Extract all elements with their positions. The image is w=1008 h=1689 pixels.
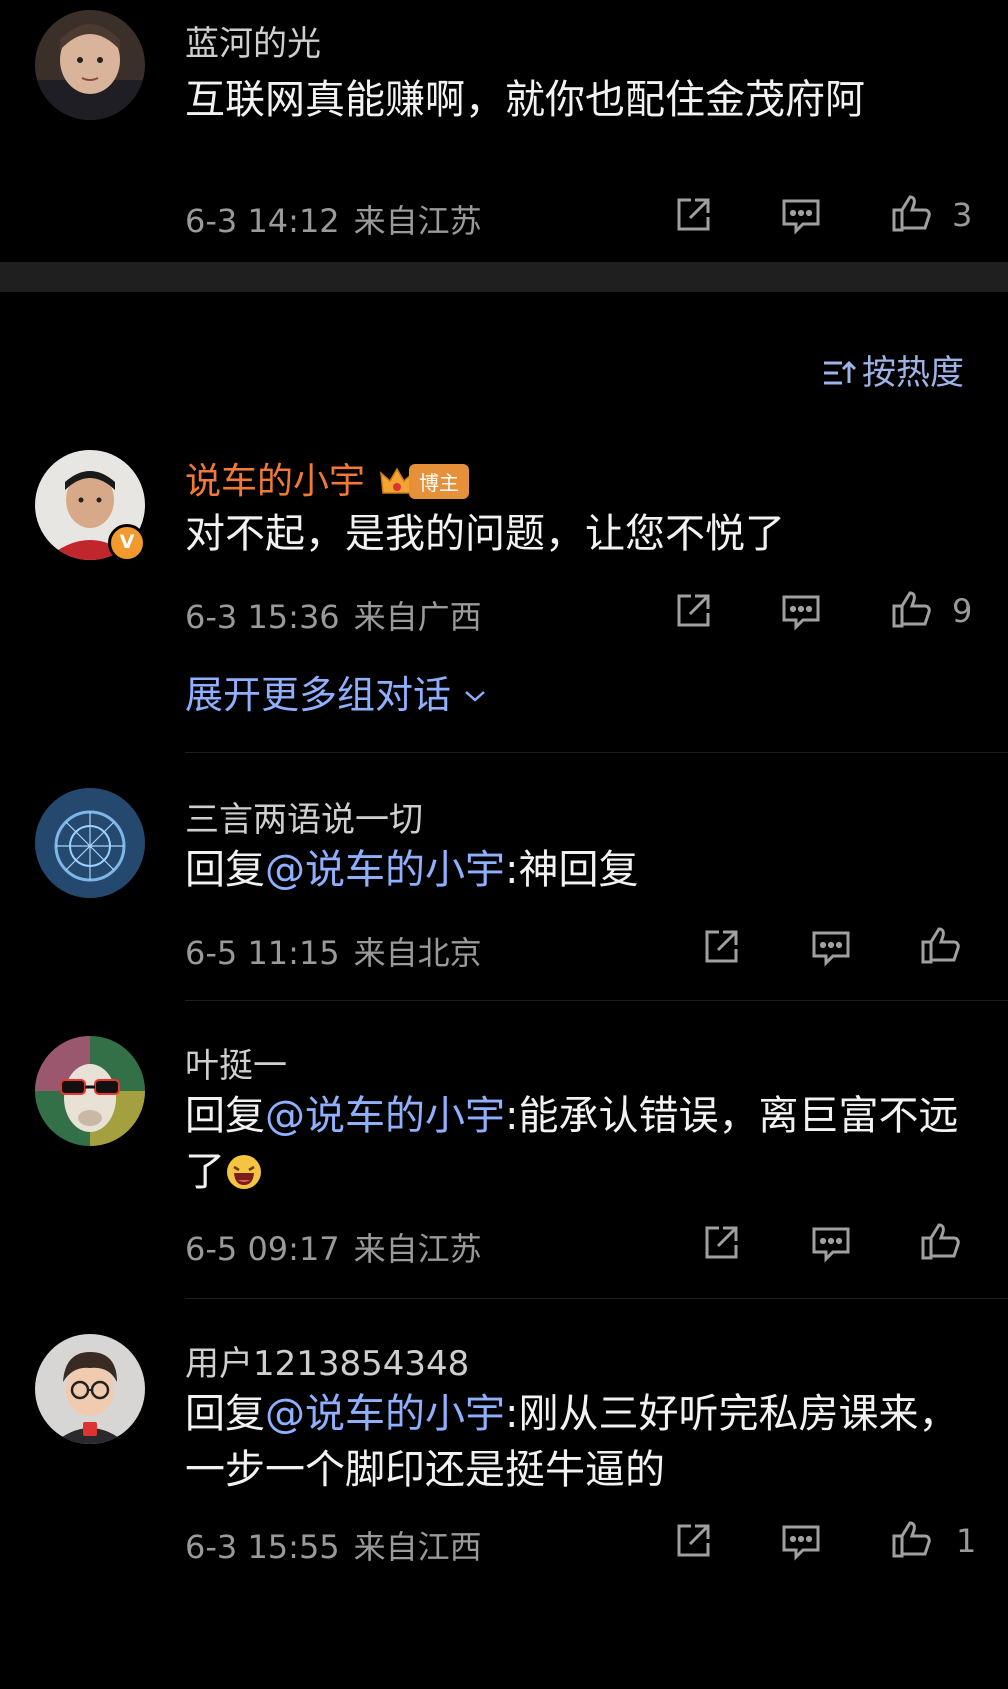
timestamp: 6-3 14:12 xyxy=(185,202,340,240)
divider xyxy=(185,752,1008,753)
like-icon[interactable] xyxy=(888,586,934,632)
expand-label: 展开更多组对话 xyxy=(185,673,452,717)
comment-icon[interactable] xyxy=(808,1220,854,1266)
sort-icon xyxy=(822,353,857,393)
reply-prefix: 回复 xyxy=(185,847,265,893)
share-icon[interactable] xyxy=(698,924,744,970)
share-icon[interactable] xyxy=(670,1518,716,1564)
location: 来自北京 xyxy=(353,934,482,972)
comment-meta: 6-5 09:17 来自江苏 xyxy=(185,1224,482,1270)
reply-prefix: 回复 xyxy=(185,1391,265,1437)
comment-item-4: 叶挺一 回复@说车的小宇:能承认错误，离巨富不远了 6-5 09:17 来自江苏 xyxy=(0,1028,1008,1300)
avatar[interactable] xyxy=(35,788,145,898)
author-name: 说车的小宇 xyxy=(185,461,366,502)
reply-prefix: 回复 xyxy=(185,1093,265,1139)
timestamp: 6-3 15:55 xyxy=(185,1528,340,1566)
comment-body: 互联网真能赚啊，就你也配住金茂府阿 xyxy=(185,77,865,123)
username[interactable]: 三言两语说一切 xyxy=(185,792,423,841)
comment-meta: 6-3 15:36 来自广西 xyxy=(185,592,482,638)
timestamp: 6-5 09:17 xyxy=(185,1230,340,1268)
comment-item-3: 三言两语说一切 回复@说车的小宇:神回复 6-5 11:15 来自北京 xyxy=(0,780,1008,1000)
comment-item-5: 用户1213854348 回复@说车的小宇:刚从三好听完私房课来，一步一个脚印还… xyxy=(0,1326,1008,1626)
sort-toggle[interactable]: 按热度 xyxy=(822,345,964,394)
comment-body: 对不起，是我的问题，让您不悦了 xyxy=(185,511,785,557)
comment-icon[interactable] xyxy=(778,192,824,238)
comment-item-2: V 说车的小宇 博主 对不起，是我的问题，让您不悦了 6-3 15:36 来自广西 … xyxy=(0,440,1008,720)
share-icon[interactable] xyxy=(670,192,716,238)
comment-text: 回复@说车的小宇:能承认错误，离巨富不远了 xyxy=(185,1088,985,1200)
timestamp: 6-5 11:15 xyxy=(185,934,340,972)
avatar[interactable] xyxy=(35,1334,145,1444)
comment-text: 互联网真能赚啊，就你也配住金茂府阿 xyxy=(185,72,985,128)
username[interactable]: 说车的小宇 博主 xyxy=(185,452,470,504)
mention-link[interactable]: @说车的小宇 xyxy=(265,1391,505,1437)
avatar[interactable] xyxy=(35,1036,145,1146)
location: 来自江苏 xyxy=(353,202,482,240)
expand-conversation-link[interactable]: 展开更多组对话 xyxy=(185,664,487,719)
like-icon[interactable] xyxy=(917,1218,963,1264)
like-icon[interactable] xyxy=(888,190,934,236)
username[interactable]: 蓝河的光 xyxy=(185,16,321,65)
comment-icon[interactable] xyxy=(808,924,854,970)
mention-link[interactable]: @说车的小宇 xyxy=(265,847,505,893)
avatar[interactable] xyxy=(35,10,145,120)
like-icon[interactable] xyxy=(888,1516,934,1562)
like-count: 3 xyxy=(952,196,973,234)
comment-text: 回复@说车的小宇:刚从三好听完私房课来，一步一个脚印还是挺牛逼的 xyxy=(185,1386,985,1498)
comment-item-1: 蓝河的光 互联网真能赚啊，就你也配住金茂府阿 6-3 14:12 来自江苏 3 xyxy=(0,0,1008,262)
like-count: 9 xyxy=(952,592,973,630)
author-badge: 博主 xyxy=(379,460,470,501)
comment-meta: 6-3 14:12 来自江苏 xyxy=(185,196,482,242)
divider xyxy=(185,1298,1008,1299)
location: 来自江西 xyxy=(353,1528,482,1566)
like-icon[interactable] xyxy=(917,922,963,968)
location: 来自江苏 xyxy=(353,1230,482,1268)
mention-link[interactable]: @说车的小宇 xyxy=(265,1093,505,1139)
timestamp: 6-3 15:36 xyxy=(185,598,340,636)
share-icon[interactable] xyxy=(698,1220,744,1266)
section-divider xyxy=(0,262,1008,292)
divider xyxy=(185,1000,1008,1001)
location: 来自广西 xyxy=(353,598,482,636)
verified-icon: V xyxy=(108,524,146,562)
blogger-badge: 博主 xyxy=(409,464,470,499)
comment-meta: 6-5 11:15 来自北京 xyxy=(185,928,482,974)
comment-text: 对不起，是我的问题，让您不悦了 xyxy=(185,506,985,562)
comment-meta: 6-3 15:55 来自江西 xyxy=(185,1522,482,1568)
chevron-down-icon xyxy=(463,673,487,717)
comment-icon[interactable] xyxy=(778,588,824,634)
username[interactable]: 用户1213854348 xyxy=(185,1336,469,1385)
comment-body: :神回复 xyxy=(505,847,639,893)
comment-text: 回复@说车的小宇:神回复 xyxy=(185,842,985,898)
username[interactable]: 叶挺一 xyxy=(185,1038,287,1087)
share-icon[interactable] xyxy=(670,588,716,634)
comment-icon[interactable] xyxy=(778,1518,824,1564)
like-count: 1 xyxy=(956,1522,977,1560)
laughing-emoji-icon xyxy=(225,1150,263,1189)
sort-label: 按热度 xyxy=(862,353,964,393)
